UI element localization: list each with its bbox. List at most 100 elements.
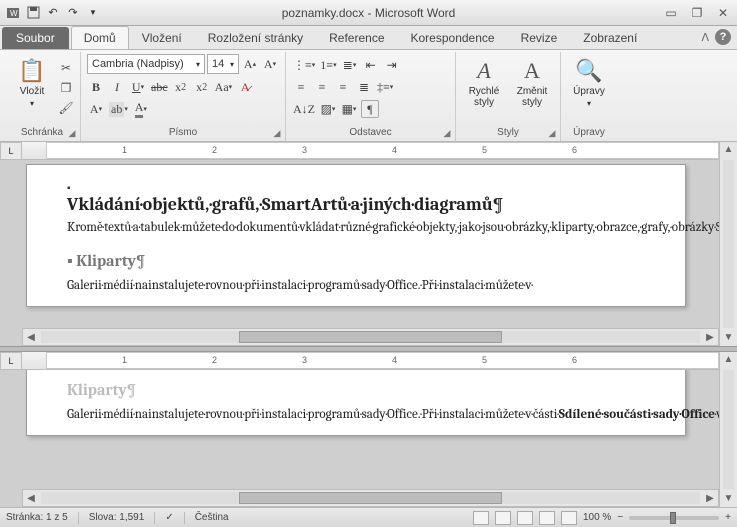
align-right-button[interactable]: ≡ — [334, 78, 352, 96]
change-styles-button[interactable]: A Změnit styly — [510, 54, 554, 108]
numbering-button[interactable]: 1≡▾ — [319, 56, 337, 74]
editing-button[interactable]: 🔍 Úpravy ▾ — [567, 54, 611, 108]
word-app-icon[interactable]: W — [4, 4, 22, 22]
tab-insert[interactable]: Vložení — [129, 26, 195, 49]
view-outline-button[interactable] — [539, 511, 555, 525]
subscript-button[interactable]: x2 — [172, 78, 190, 96]
bold-button[interactable]: B — [87, 78, 105, 96]
line-spacing-button[interactable]: ‡≡▾ — [376, 78, 394, 96]
paragraph-launcher-icon[interactable]: ◢ — [441, 127, 453, 139]
qat-customize-icon[interactable]: ▼ — [84, 4, 102, 22]
scroll-thumb[interactable] — [239, 492, 503, 504]
scroll-right-icon[interactable]: ▶ — [702, 332, 718, 343]
underline-button[interactable]: U▾ — [129, 78, 147, 96]
save-icon[interactable] — [24, 4, 42, 22]
horizontal-scrollbar-top[interactable]: ◀ ▶ — [22, 328, 719, 346]
scroll-up-icon[interactable]: ▲ — [720, 352, 737, 368]
strikethrough-button[interactable]: abc — [150, 78, 169, 96]
maximize-button[interactable]: ❐ — [687, 5, 707, 21]
tab-selector[interactable]: L — [0, 142, 22, 160]
clear-formatting-button[interactable]: A̷ — [236, 78, 254, 96]
show-marks-button[interactable]: ¶ — [361, 100, 379, 118]
vertical-scrollbar-top[interactable]: ▲ ▼ — [719, 142, 737, 346]
superscript-button[interactable]: x2 — [193, 78, 211, 96]
ribbon-minimize-icon[interactable]: ᐱ — [701, 31, 709, 44]
undo-icon[interactable]: ↶ — [44, 4, 62, 22]
tab-review[interactable]: Revize — [508, 26, 571, 49]
tab-selector[interactable]: L — [0, 352, 22, 370]
scroll-left-icon[interactable]: ◀ — [23, 493, 39, 504]
scroll-down-icon[interactable]: ▼ — [720, 491, 737, 507]
bullets-button[interactable]: ⋮≡▾ — [292, 56, 316, 74]
font-name-combo[interactable]: Cambria (Nadpisy)▾ — [87, 54, 205, 74]
minimize-button[interactable]: ▭ — [661, 5, 681, 21]
font-launcher-icon[interactable]: ◢ — [271, 127, 283, 139]
italic-button[interactable]: I — [108, 78, 126, 96]
sort-button[interactable]: A↓Z — [292, 100, 316, 118]
paste-button[interactable]: 📋 Vložit ▾ — [10, 54, 54, 108]
font-color-button[interactable]: A▾ — [132, 100, 150, 118]
font-size-combo[interactable]: 14▾ — [207, 54, 239, 74]
clipboard-launcher-icon[interactable]: ◢ — [66, 127, 78, 139]
horizontal-scrollbar-bottom[interactable]: ◀ ▶ — [22, 489, 719, 507]
text-effects-button[interactable]: A▾ — [87, 100, 105, 118]
tab-references[interactable]: Reference — [316, 26, 397, 49]
view-draft-button[interactable] — [561, 511, 577, 525]
justify-button[interactable]: ≣ — [355, 78, 373, 96]
scroll-down-icon[interactable]: ▼ — [720, 330, 737, 346]
tab-home[interactable]: Domů — [71, 26, 129, 49]
scroll-track[interactable] — [41, 492, 700, 504]
zoom-level[interactable]: 100 % — [583, 512, 611, 523]
view-web-button[interactable] — [517, 511, 533, 525]
redo-icon[interactable]: ↷ — [64, 4, 82, 22]
vertical-scrollbar-bottom[interactable]: ▲ ▼ — [719, 352, 737, 507]
status-language[interactable]: Čeština — [195, 512, 229, 523]
scroll-track[interactable] — [723, 160, 734, 328]
cut-icon[interactable]: ✂ — [58, 60, 74, 76]
zoom-out-button[interactable]: − — [617, 512, 623, 523]
align-center-button[interactable]: ≡ — [313, 78, 331, 96]
multilevel-button[interactable]: ≣▾ — [341, 56, 359, 74]
scroll-up-icon[interactable]: ▲ — [720, 142, 737, 158]
scroll-track[interactable] — [41, 331, 700, 343]
decrease-indent-button[interactable]: ⇤ — [362, 56, 380, 74]
tab-mailings[interactable]: Korespondence — [398, 26, 508, 49]
borders-button[interactable]: ▦▾ — [340, 100, 358, 118]
shading-button[interactable]: ▨▾ — [319, 100, 337, 118]
align-left-button[interactable]: ≡ — [292, 78, 310, 96]
styles-launcher-icon[interactable]: ◢ — [546, 127, 558, 139]
ruler-num: 3 — [302, 145, 307, 155]
status-words[interactable]: Slova: 1,591 — [89, 512, 145, 523]
view-fullscreen-button[interactable] — [495, 511, 511, 525]
close-button[interactable]: ✕ — [713, 5, 733, 21]
status-page[interactable]: Stránka: 1 z 5 — [6, 512, 68, 523]
scroll-thumb[interactable] — [239, 331, 503, 343]
zoom-in-button[interactable]: + — [725, 512, 731, 523]
zoom-thumb[interactable] — [670, 512, 676, 524]
grow-font-button[interactable]: A▴ — [241, 55, 259, 73]
tab-view[interactable]: Zobrazení — [570, 26, 650, 49]
chevron-down-icon: ▾ — [196, 60, 200, 69]
shrink-font-button[interactable]: A▾ — [261, 55, 279, 73]
page-viewport-top[interactable]: ▪ Vkládání·objektů,·grafů,·SmartArtů·a·j… — [22, 160, 719, 328]
highlight-button[interactable]: ab▾ — [108, 100, 129, 118]
file-tab[interactable]: Soubor — [2, 27, 69, 49]
increase-indent-button[interactable]: ⇥ — [383, 56, 401, 74]
zoom-slider[interactable] — [629, 516, 719, 520]
horizontal-ruler-bottom[interactable]: 1 2 3 4 5 6 — [22, 352, 719, 370]
scroll-left-icon[interactable]: ◀ — [23, 332, 39, 343]
view-print-layout-button[interactable] — [473, 511, 489, 525]
page-viewport-bottom[interactable]: Kliparty¶ Galerii·médií·nainstalujete·ro… — [22, 370, 719, 489]
help-icon[interactable]: ? — [715, 29, 731, 45]
status-proofing-icon[interactable]: ✓ — [165, 512, 173, 523]
change-styles-icon: A — [524, 58, 540, 84]
quick-styles-button[interactable]: A Rychlé styly — [462, 54, 506, 108]
change-case-button[interactable]: Aa▾ — [214, 78, 234, 96]
tab-page-layout[interactable]: Rozložení stránky — [195, 26, 316, 49]
copy-icon[interactable]: ❐ — [58, 80, 74, 96]
font-size-value: 14 — [212, 58, 224, 70]
scroll-track[interactable] — [723, 370, 734, 489]
horizontal-ruler-top[interactable]: 1 2 3 4 5 6 — [22, 142, 719, 160]
scroll-right-icon[interactable]: ▶ — [702, 493, 718, 504]
format-painter-icon[interactable]: 🖌 — [58, 100, 74, 116]
